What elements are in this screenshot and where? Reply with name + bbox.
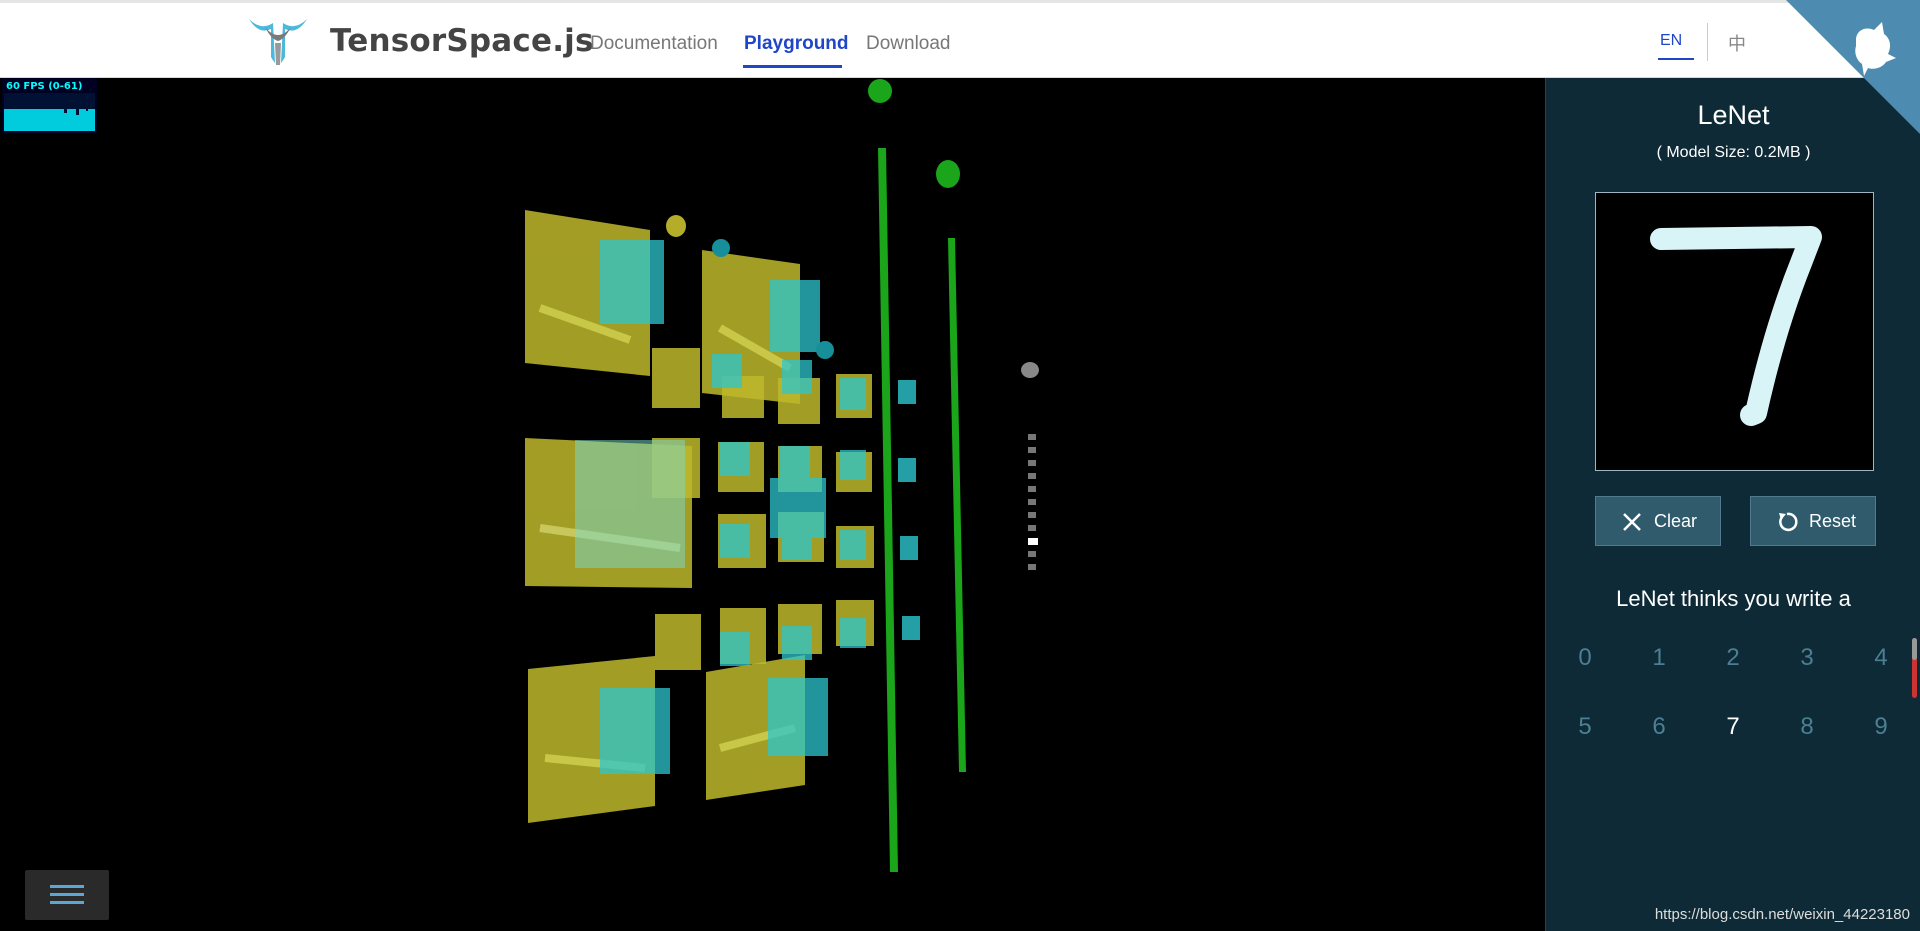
digit-7-predicted: 7 (1726, 713, 1740, 740)
output-layer (1028, 434, 1038, 570)
github-corner-icon[interactable] (1786, 0, 1920, 134)
close-icon (1623, 513, 1641, 531)
digit-4: 4 (1874, 644, 1888, 671)
digit-9: 9 (1874, 713, 1888, 740)
digit-2: 2 (1726, 644, 1740, 671)
panel-scrollbar-thumb[interactable] (1912, 638, 1917, 660)
model-size: ( Model Size: 0.2MB ) (1656, 144, 1811, 161)
prediction-text: LeNet thinks you write a (1616, 586, 1851, 611)
reset-button-label: Reset (1809, 511, 1857, 531)
tensorspace-logo-icon[interactable] (245, 13, 311, 69)
digit-8: 8 (1800, 713, 1814, 740)
fps-graph (4, 93, 95, 131)
prediction-panel: LeNet ( Model Size: 0.2MB ) Clear Reset … (1545, 78, 1920, 931)
digit-0: 0 (1578, 644, 1592, 671)
flatten-feature-maps (898, 380, 920, 640)
lang-en-underline (1658, 58, 1694, 60)
nav-active-underline (743, 65, 842, 68)
top-header: TensorSpace.js Documentation Playground … (0, 0, 1920, 78)
drawing-canvas[interactable] (1595, 192, 1874, 471)
clear-button-label: Clear (1654, 511, 1698, 531)
fps-monitor[interactable]: 60 FPS (0-61) (2, 78, 97, 134)
menu-icon (50, 885, 84, 888)
network-visualization (525, 79, 1039, 872)
clear-button[interactable]: Clear (1595, 496, 1721, 546)
digit-3: 3 (1800, 644, 1814, 671)
digit-5: 5 (1578, 713, 1592, 740)
lang-zh-link[interactable]: 中 (1728, 30, 1746, 56)
nav-download[interactable]: Download (866, 33, 951, 55)
dense-layers (878, 148, 966, 872)
digit-1: 1 (1652, 644, 1666, 671)
nav-playground[interactable]: Playground (744, 33, 849, 55)
lang-divider (1707, 23, 1708, 61)
nav-documentation[interactable]: Documentation (590, 33, 718, 55)
source-watermark: https://blog.csdn.net/weixin_44223180 (1654, 906, 1910, 923)
fps-label: 60 FPS (0-61) (6, 81, 83, 92)
reset-button[interactable]: Reset (1750, 496, 1876, 546)
menu-icon-line (50, 893, 84, 896)
model-3d-canvas[interactable] (0, 78, 1545, 931)
lang-en-link[interactable]: EN (1660, 32, 1682, 50)
brand-title[interactable]: TensorSpace.js (330, 23, 594, 59)
menu-toggle-button[interactable] (25, 870, 109, 920)
digit-6: 6 (1652, 713, 1666, 740)
reset-icon (1779, 512, 1798, 532)
menu-icon-line (50, 901, 84, 904)
